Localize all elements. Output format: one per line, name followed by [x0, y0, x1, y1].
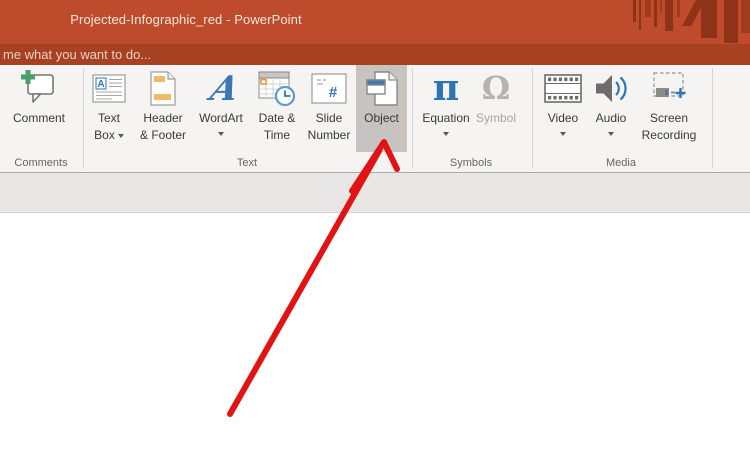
chevron-down-icon: [443, 132, 449, 136]
date-time-button[interactable]: Date & Time: [251, 66, 303, 152]
symbol-button: Ω Symbol: [472, 66, 520, 152]
button-label: Video: [548, 110, 578, 127]
header-footer-button[interactable]: Header & Footer: [134, 66, 192, 152]
screen-recording-icon: [649, 66, 689, 110]
title-bar: Projected-Infographic_red - PowerPoint: [0, 0, 750, 44]
ribbon-tab-row: me what you want to do...: [0, 44, 750, 65]
ribbon-insert-tab: Comment Comments A Text: [0, 65, 750, 173]
dropdown-row: [560, 127, 566, 140]
wordart-icon: A: [202, 66, 240, 110]
dropdown-row: [443, 127, 449, 140]
audio-icon: [593, 66, 629, 110]
group-label-text: Text: [237, 157, 257, 169]
group-divider: [412, 68, 413, 169]
button-label: Date &: [259, 110, 296, 127]
equation-icon: π: [426, 66, 466, 110]
slide-canvas[interactable]: [0, 213, 750, 466]
tell-me-box[interactable]: me what you want to do...: [3, 47, 151, 62]
screen-recording-button[interactable]: Screen Recording: [633, 66, 705, 152]
slide-number-button[interactable]: # Slide Number: [302, 66, 356, 152]
svg-text:Ω: Ω: [482, 69, 510, 107]
group-label-symbols: Symbols: [450, 157, 492, 169]
powerpoint-window: Projected-Infographic_red - PowerPoint m…: [0, 0, 750, 466]
header-footer-icon: [150, 66, 176, 110]
button-label: WordArt: [199, 110, 243, 127]
chevron-down-icon: [118, 134, 124, 138]
chevron-down-icon: [560, 132, 566, 136]
video-icon: [544, 66, 582, 110]
button-label-line2: Recording: [642, 127, 697, 144]
audio-button[interactable]: Audio: [589, 66, 633, 152]
chevron-down-icon: [218, 132, 224, 136]
group-divider: [83, 68, 84, 169]
group-divider: [532, 68, 533, 169]
button-label: Equation: [422, 110, 469, 127]
object-button[interactable]: Object: [356, 65, 407, 152]
button-label-line2: Box: [94, 127, 124, 144]
button-label: Audio: [596, 110, 627, 127]
comment-button[interactable]: Comment: [7, 66, 71, 152]
dropdown-row: [608, 127, 614, 140]
button-label-text: Box: [94, 128, 115, 142]
wordart-button[interactable]: A WordArt: [194, 66, 248, 152]
button-label: Object: [364, 110, 399, 127]
button-label: Comment: [13, 110, 65, 127]
new-comment-icon: [19, 66, 59, 110]
group-label-comments: Comments: [14, 157, 67, 169]
equation-button[interactable]: π Equation: [418, 66, 474, 152]
button-label: Symbol: [476, 110, 516, 127]
svg-text:A: A: [204, 70, 240, 106]
button-label: Slide: [316, 110, 343, 127]
symbol-icon: Ω: [478, 66, 514, 110]
slide-number-icon: #: [311, 66, 347, 110]
svg-text:#: #: [329, 84, 338, 101]
button-label-line2: Number: [308, 127, 351, 144]
video-button[interactable]: Video: [540, 66, 586, 152]
window-title: Projected-Infographic_red - PowerPoint: [0, 12, 372, 27]
button-label-line2: & Footer: [140, 127, 186, 144]
text-box-button[interactable]: A Text Box: [86, 66, 132, 152]
ribbon-shadow-band: [0, 173, 750, 213]
svg-text:π: π: [433, 69, 459, 107]
button-label: Text: [98, 110, 120, 127]
object-icon: [365, 66, 399, 110]
group-label-media: Media: [606, 157, 636, 169]
svg-text:A: A: [97, 79, 104, 90]
button-label-line2: Time: [264, 127, 290, 144]
date-time-icon: [257, 66, 297, 110]
button-label: Header: [143, 110, 182, 127]
group-divider: [712, 68, 713, 169]
chevron-down-icon: [608, 132, 614, 136]
button-label: Screen: [650, 110, 688, 127]
text-box-icon: A: [92, 66, 126, 110]
dropdown-row: [218, 127, 224, 140]
